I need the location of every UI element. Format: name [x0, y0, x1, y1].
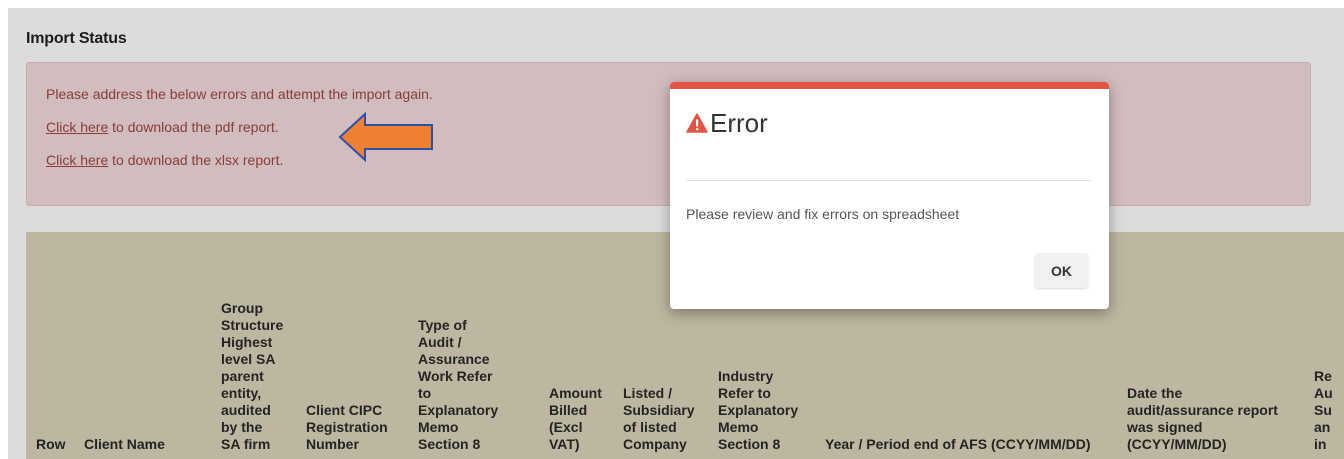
dialog-message: Please review and fix errors on spreadsh… — [686, 206, 960, 222]
warning-triangle-icon — [686, 113, 708, 133]
dialog-title: Error — [710, 108, 768, 138]
dialog-accent-bar — [670, 82, 1109, 89]
dialog-divider — [686, 180, 1091, 181]
error-dialog: Error Please review and fix errors on sp… — [670, 82, 1109, 309]
ok-button[interactable]: OK — [1035, 253, 1088, 288]
